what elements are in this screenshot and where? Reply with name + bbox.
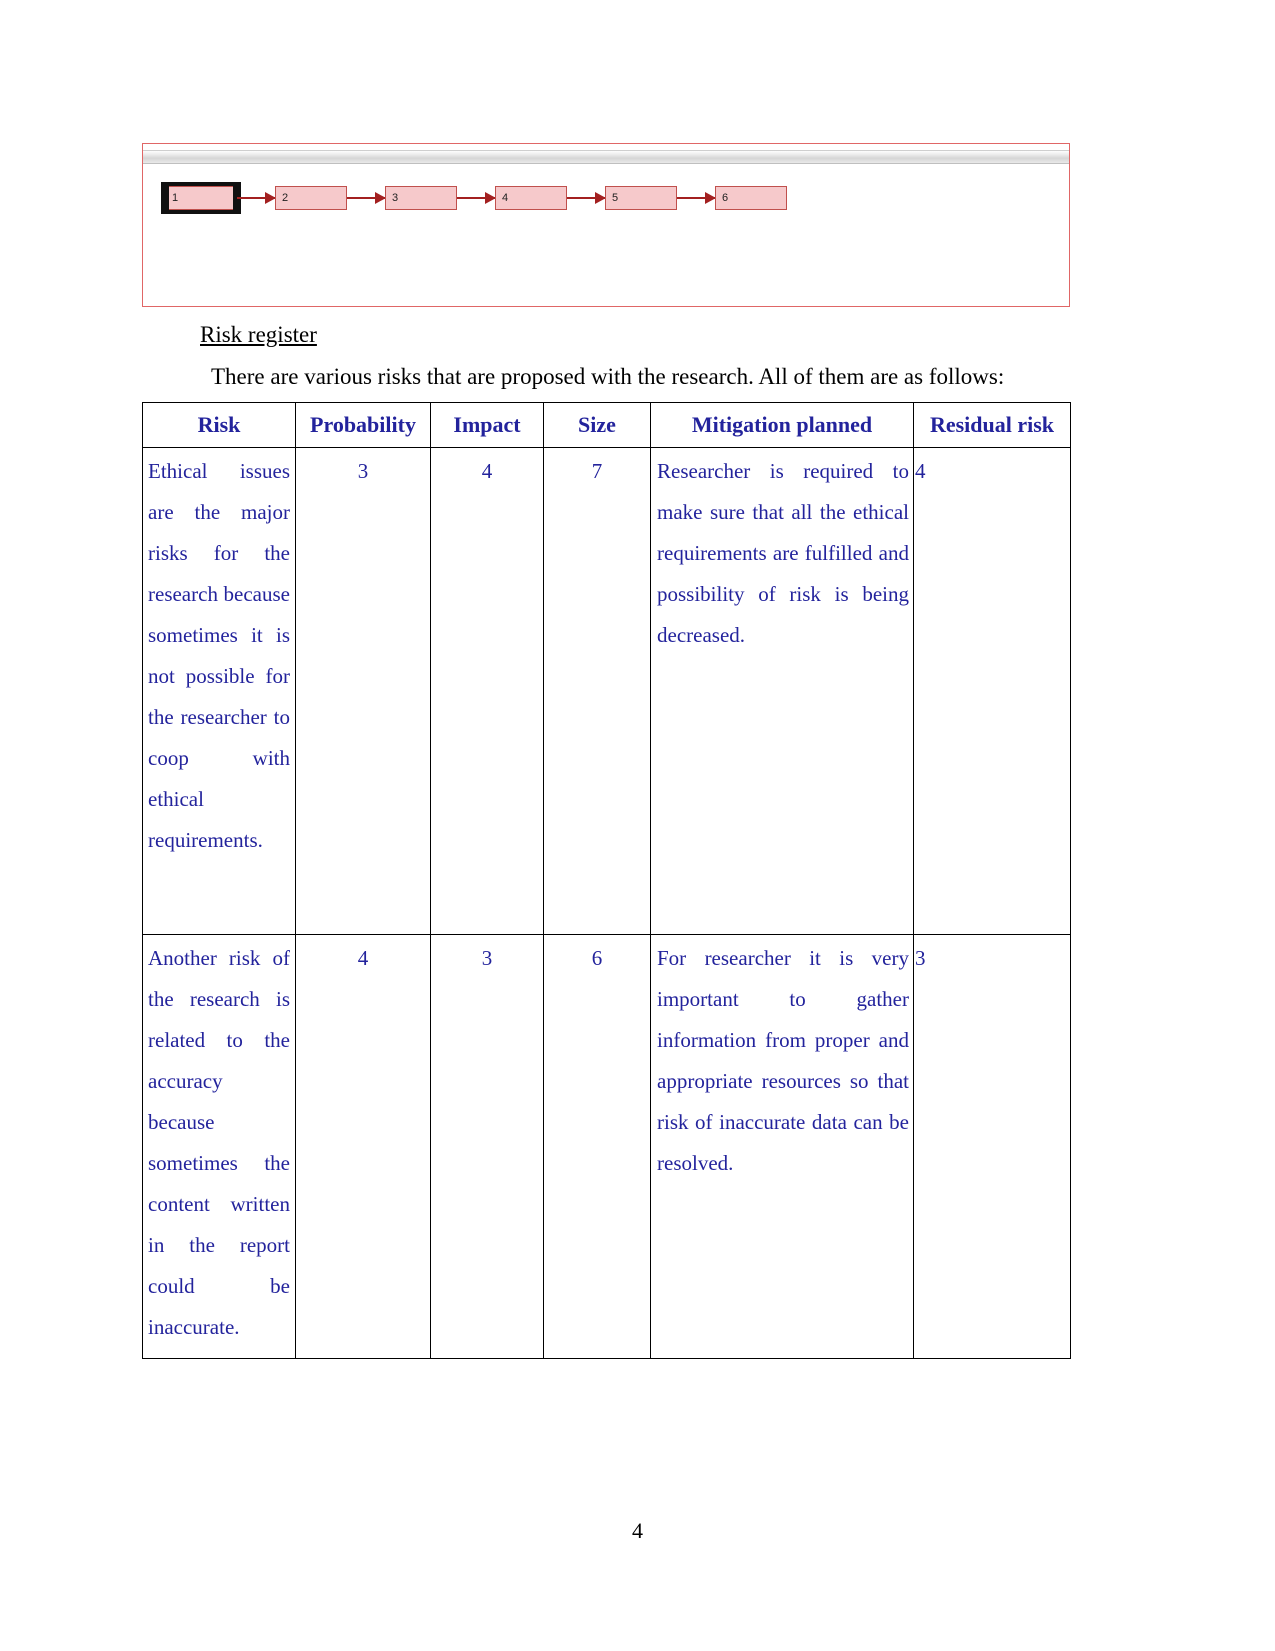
arrow-connector-2-3 [347, 192, 386, 204]
document-page: 1 2 3 4 5 6 Risk register There are vari… [0, 0, 1275, 1651]
gantt-diagram-frame: 1 2 3 4 5 6 [142, 143, 1070, 307]
task-box-2[interactable]: 2 [275, 186, 347, 210]
risk-register-table: Risk Probability Impact Size Mitigation … [142, 401, 1071, 1359]
cell-residual-risk: 3 [913, 934, 1071, 1359]
cell-risk: Ethical issues are the major risks for t… [142, 447, 296, 936]
arrow-connector-1-2 [237, 192, 276, 204]
table-row: Ethical issues are the major risks for t… [142, 447, 1071, 936]
cell-impact: 3 [430, 934, 544, 1359]
task-box-label: 1 [172, 192, 179, 204]
task-box-4[interactable]: 4 [495, 186, 567, 210]
task-box-1[interactable]: 1 [161, 182, 241, 214]
cell-probability: 3 [295, 447, 431, 936]
column-header-probability: Probability [295, 401, 431, 449]
cell-mitigation: Researcher is required to make sure that… [650, 447, 914, 936]
table-row: Another risk of the research is related … [142, 934, 1071, 1359]
cell-probability: 4 [295, 934, 431, 1359]
task-box-label: 4 [502, 192, 509, 204]
task-box-label: 5 [612, 192, 619, 204]
diagram-toolbar [143, 150, 1069, 164]
task-box-label: 2 [282, 192, 289, 204]
page-number: 4 [632, 1518, 643, 1543]
cell-mitigation: For researcher it is very important to g… [650, 934, 914, 1359]
task-chain: 1 2 3 4 5 6 [161, 182, 787, 214]
column-header-mitigation: Mitigation planned [650, 401, 914, 449]
arrow-connector-5-6 [677, 192, 716, 204]
arrow-connector-4-5 [567, 192, 606, 204]
column-header-risk: Risk [142, 401, 296, 449]
task-box-5[interactable]: 5 [605, 186, 677, 210]
section-heading-risk-register: Risk register [200, 322, 317, 347]
arrow-connector-3-4 [457, 192, 496, 204]
task-box-label: 3 [392, 192, 399, 204]
cell-size: 7 [543, 447, 651, 936]
task-box-label: 6 [722, 192, 729, 204]
cell-impact: 4 [430, 447, 544, 936]
column-header-size: Size [543, 401, 651, 449]
table-header-row: Risk Probability Impact Size Mitigation … [142, 401, 1071, 449]
cell-size: 6 [543, 934, 651, 1359]
cell-residual-risk: 4 [913, 447, 1071, 936]
column-header-residual: Residual risk [913, 401, 1071, 449]
task-box-3[interactable]: 3 [385, 186, 457, 210]
task-box-6[interactable]: 6 [715, 186, 787, 210]
intro-paragraph: There are various risks that are propose… [211, 364, 1005, 389]
cell-risk: Another risk of the research is related … [142, 934, 296, 1359]
column-header-impact: Impact [430, 401, 544, 449]
diagram-canvas: 1 2 3 4 5 6 [143, 166, 1069, 306]
